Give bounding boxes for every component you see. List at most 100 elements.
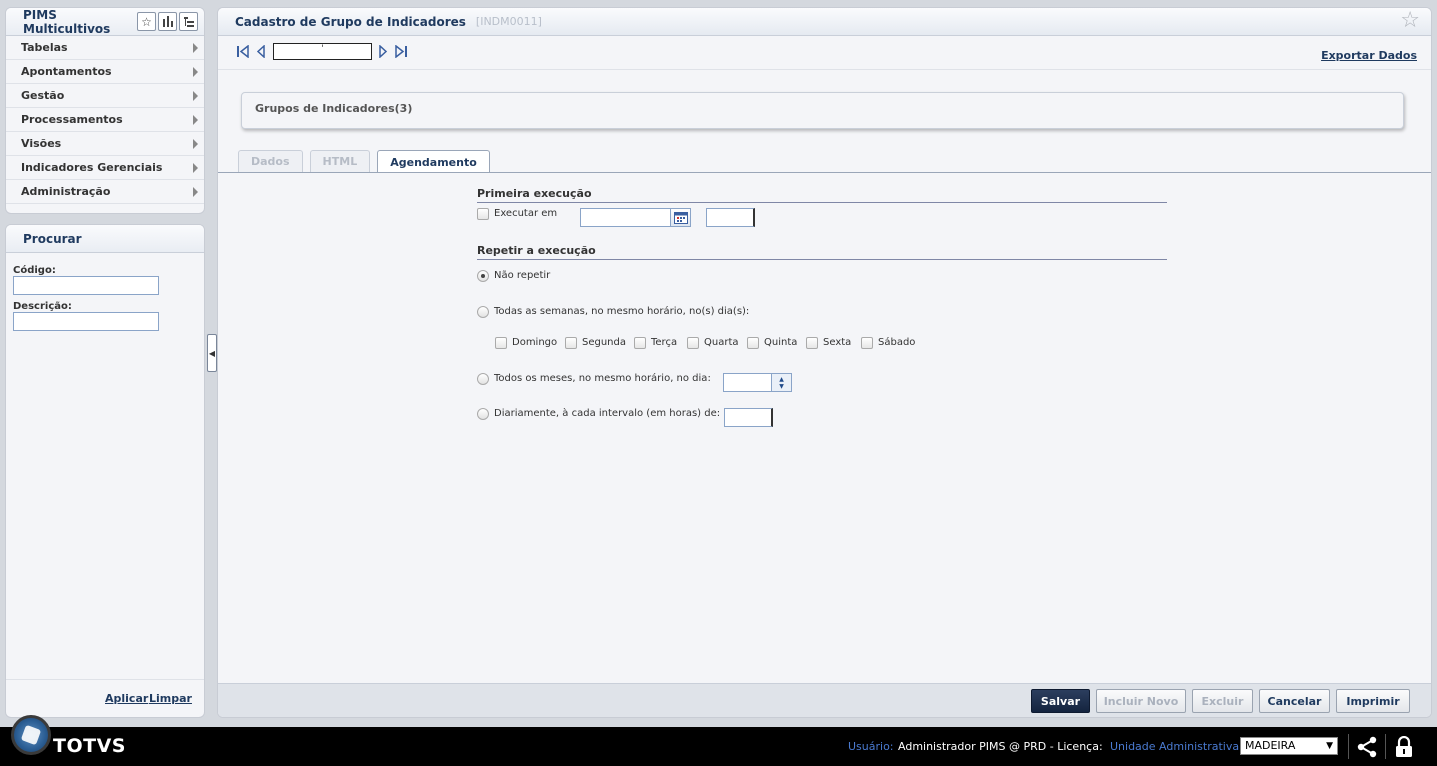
monthly-radio[interactable] [477, 373, 489, 385]
record-field[interactable]: ' [273, 43, 372, 60]
monthly-day-field[interactable] [723, 373, 772, 392]
main-panel: Cadastro de Grupo de Indicadores [INDM00… [217, 7, 1432, 718]
add-new-button[interactable]: Incluir Novo [1096, 689, 1186, 713]
chevron-right-icon [193, 163, 198, 173]
day-domingo-checkbox[interactable] [495, 337, 507, 349]
execute-at-checkbox[interactable] [477, 208, 489, 220]
menu-item-administracao[interactable]: Administração [6, 180, 204, 204]
day-spinner[interactable]: ▲ ▼ [771, 373, 792, 392]
unit-select[interactable]: MADEIRA ▼ [1240, 737, 1338, 755]
collapse-arrow-icon: ◀ [208, 348, 216, 358]
menu-item-label: Processamentos [21, 113, 123, 126]
day-sexta-checkbox[interactable] [806, 337, 818, 349]
spin-down-icon[interactable]: ▼ [779, 383, 784, 390]
status-bar: TOTVS Usuário: Administrador PIMS @ PRD … [0, 715, 1437, 766]
main-header: Cadastro de Grupo de Indicadores [INDM00… [218, 8, 1431, 36]
print-button[interactable]: Imprimir [1336, 689, 1410, 713]
menu-item-label: Visões [21, 137, 62, 150]
user-label: Usuário: [848, 740, 894, 753]
tab-agendamento[interactable]: Agendamento [377, 150, 490, 173]
day-sabado-checkbox[interactable] [861, 337, 873, 349]
tab-dados[interactable]: Dados [238, 150, 303, 172]
menu-item-apontamentos[interactable]: Apontamentos [6, 60, 204, 84]
tree-list-icon[interactable] [179, 12, 198, 31]
main-menu-panel: PIMS Multicultivos ☆ Tabelas Apontamento… [5, 7, 205, 214]
day-quarta-checkbox[interactable] [687, 337, 699, 349]
day-terca-checkbox[interactable] [634, 337, 646, 349]
weekly-radio[interactable] [477, 306, 489, 318]
previous-record-icon[interactable] [256, 44, 266, 61]
apply-link[interactable]: Aplicar [105, 692, 148, 705]
chevron-right-icon [193, 43, 198, 53]
menu-item-tabelas[interactable]: Tabelas [6, 36, 204, 60]
favorite-star-icon[interactable]: ☆ [1400, 10, 1420, 32]
day-quinta-checkbox[interactable] [747, 337, 759, 349]
bar-chart-icon[interactable] [158, 12, 177, 31]
unit-label: Unidade Administrativa: [1110, 740, 1243, 753]
execute-time-field[interactable] [706, 208, 755, 227]
group-title: Grupos de Indicadores(3) [255, 102, 413, 115]
totvs-logo-icon [11, 715, 51, 755]
menu-item-label: Tabelas [21, 41, 68, 54]
page-title: Cadastro de Grupo de Indicadores [235, 14, 466, 29]
section-divider [477, 202, 1167, 203]
codigo-input[interactable] [13, 276, 159, 295]
section-divider [477, 259, 1167, 260]
menu-item-processamentos[interactable]: Processamentos [6, 108, 204, 132]
user-value: Administrador PIMS @ PRD - Licença: [898, 740, 1103, 753]
collapse-sidebar-handle[interactable]: ◀ [207, 334, 217, 372]
calendar-icon[interactable] [670, 208, 691, 227]
delete-button[interactable]: Excluir [1192, 689, 1253, 713]
unit-value: MADEIRA [1245, 739, 1296, 752]
daily-label: Diariamente, à cada intervalo (em horas)… [494, 408, 721, 419]
program-code: [INDM0011] [475, 15, 542, 28]
first-execution-title: Primeira execução [477, 187, 592, 200]
search-panel: Procurar Código: Descrição: Aplicar Limp… [5, 224, 205, 718]
last-record-icon[interactable] [395, 44, 408, 61]
search-footer: Aplicar Limpar [6, 679, 204, 717]
no-repeat-label: Não repetir [494, 270, 551, 281]
record-navigation: ' Exportar Dados [218, 36, 1431, 70]
day-label: Quarta [704, 337, 739, 348]
day-label: Sábado [878, 337, 916, 348]
cancel-button[interactable]: Cancelar [1259, 689, 1330, 713]
hour-interval-field[interactable] [724, 408, 773, 427]
favorites-star-icon[interactable]: ☆ [137, 12, 156, 31]
share-icon[interactable] [1356, 736, 1378, 758]
export-data-link[interactable]: Exportar Dados [1321, 49, 1417, 62]
no-repeat-radio[interactable] [477, 270, 489, 282]
search-title: Procurar [6, 225, 204, 253]
codigo-label: Código: [13, 265, 56, 276]
next-record-icon[interactable] [378, 44, 388, 61]
dropdown-arrow-icon: ▼ [1326, 741, 1333, 751]
brand-name: TOTVS [53, 735, 126, 757]
chevron-right-icon [193, 91, 198, 101]
execute-date-field[interactable] [580, 208, 671, 227]
menu-item-label: Indicadores Gerenciais [21, 161, 163, 174]
group-title-box: Grupos de Indicadores(3) [241, 92, 1404, 129]
day-segunda-checkbox[interactable] [565, 337, 577, 349]
day-label: Sexta [823, 337, 852, 348]
menu-item-gestao[interactable]: Gestão [6, 84, 204, 108]
save-button[interactable]: Salvar [1031, 689, 1090, 713]
first-record-icon[interactable] [236, 44, 249, 61]
lock-icon[interactable] [1394, 736, 1414, 758]
tab-html[interactable]: HTML [309, 150, 371, 172]
chevron-right-icon [193, 187, 198, 197]
monthly-label: Todos os meses, no mesmo horário, no dia… [494, 373, 711, 384]
menu-item-indicadores-gerenciais[interactable]: Indicadores Gerenciais [6, 156, 204, 180]
daily-radio[interactable] [477, 408, 489, 420]
day-label: Quinta [764, 337, 798, 348]
menu-item-label: Administração [21, 185, 111, 198]
execute-at-label: Executar em [494, 208, 558, 219]
chevron-right-icon [193, 67, 198, 77]
tab-divider [218, 172, 1431, 173]
app-title: PIMS Multicultivos [23, 7, 111, 36]
day-label: Domingo [512, 337, 558, 348]
descricao-input[interactable] [13, 312, 159, 331]
menu-item-visoes[interactable]: Visões [6, 132, 204, 156]
menu-item-label: Apontamentos [21, 65, 112, 78]
divider [1385, 734, 1386, 759]
spin-up-icon[interactable]: ▲ [779, 376, 784, 383]
clear-link[interactable]: Limpar [149, 692, 192, 705]
